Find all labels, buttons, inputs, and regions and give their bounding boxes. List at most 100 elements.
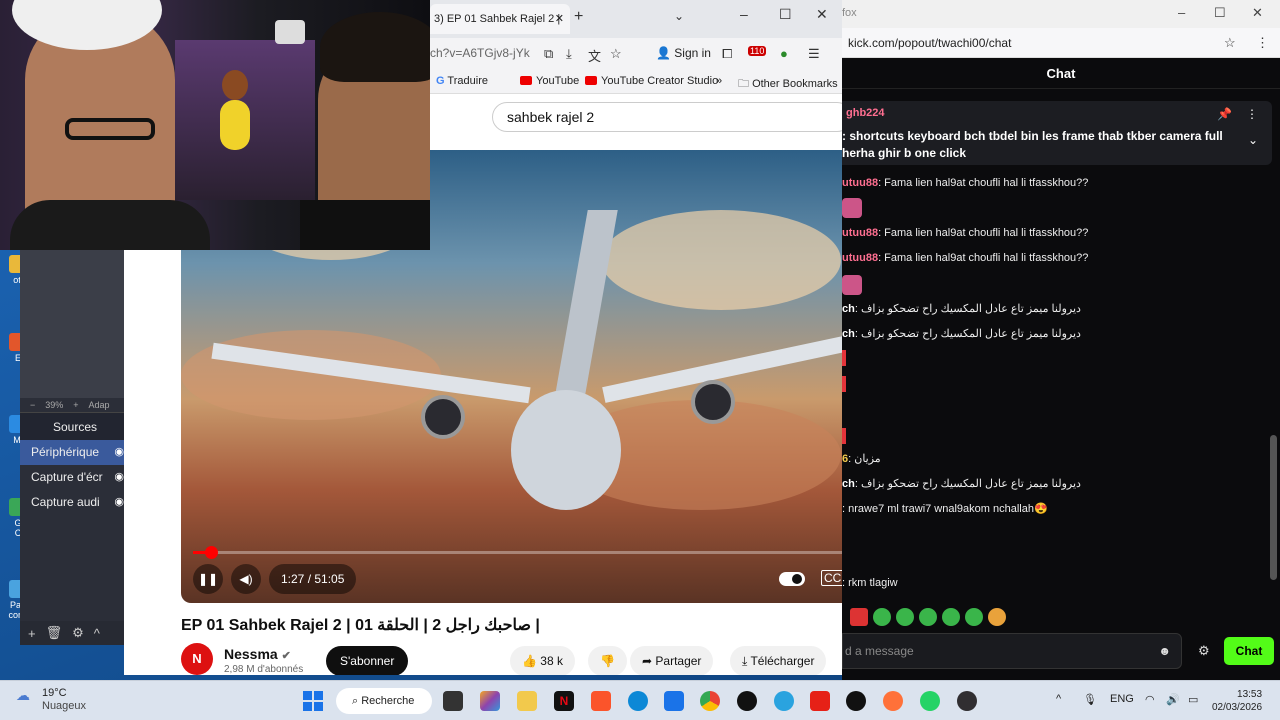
volume-icon[interactable]: 🔊 xyxy=(1166,693,1180,706)
pinned-username[interactable]: ghb224 xyxy=(846,107,885,119)
emote-icon[interactable] xyxy=(942,608,960,626)
sign-in-button[interactable]: 👤 Sign in xyxy=(656,46,711,60)
source-item[interactable]: Capture audi ◉ xyxy=(20,490,130,515)
zoom-out-button[interactable]: − xyxy=(30,400,35,410)
taskbar-search[interactable]: ⌕ Recherche xyxy=(336,688,432,714)
volume-icon[interactable]: ◀) xyxy=(231,564,261,594)
extensions-icon[interactable]: ⧠ xyxy=(722,46,732,62)
emote-icon[interactable] xyxy=(896,608,914,626)
edge-icon[interactable] xyxy=(628,691,648,711)
new-tab-button[interactable]: + xyxy=(574,8,583,26)
bookmark-youtube[interactable]: YouTube xyxy=(520,75,579,87)
chat-message-input[interactable]: d a message ☻ xyxy=(842,633,1182,669)
chat-username[interactable]: utuu88 xyxy=(842,177,878,189)
star-icon[interactable]: ☆ xyxy=(610,46,622,62)
more-icon[interactable]: ⋮ xyxy=(1246,107,1258,121)
list-tabs-icon[interactable]: ⌄ xyxy=(674,9,684,23)
close-window-icon[interactable]: ✕ xyxy=(816,6,828,23)
microphone-icon[interactable]: 🎙 xyxy=(1083,693,1097,706)
send-chat-button[interactable]: Chat xyxy=(1224,637,1274,665)
video-scrubber[interactable] xyxy=(205,546,219,559)
emote-icon[interactable] xyxy=(873,608,891,626)
tiktok-icon[interactable] xyxy=(737,691,757,711)
gear-icon[interactable]: ⚙ xyxy=(1198,643,1210,659)
emote-icon[interactable] xyxy=(919,608,937,626)
copilot-icon[interactable] xyxy=(480,691,500,711)
chevron-up-icon[interactable]: ^ xyxy=(1056,693,1061,705)
chat-username[interactable]: utuu88 xyxy=(842,252,878,264)
bookmark-translate[interactable]: G Traduire xyxy=(436,75,488,87)
language-indicator[interactable]: ENG xyxy=(1110,693,1134,705)
telegram-icon[interactable] xyxy=(774,691,794,711)
subscribe-button[interactable]: S'abonner xyxy=(326,646,409,675)
emote-icon[interactable] xyxy=(988,608,1006,626)
eye-icon[interactable]: ◉ xyxy=(114,440,124,465)
channel-name[interactable]: Nessma ✔ xyxy=(224,646,291,662)
brave-icon[interactable] xyxy=(591,691,611,711)
file-explorer-icon[interactable] xyxy=(517,691,537,711)
chevron-down-icon[interactable]: ⌄ xyxy=(1248,133,1258,147)
close-tab-icon[interactable]: ✕ xyxy=(555,4,564,34)
source-item[interactable]: Périphérique ◉ xyxy=(20,440,130,465)
chevron-right-icon[interactable]: » xyxy=(716,75,722,87)
share-button[interactable]: ➦ Partager xyxy=(630,646,714,675)
firefox-icon[interactable] xyxy=(883,691,903,711)
zoom-adapt-button[interactable]: Adap xyxy=(89,400,110,410)
chat-username[interactable]: ch xyxy=(842,478,855,490)
maximize-icon[interactable]: ☐ xyxy=(1214,5,1226,21)
minimize-icon[interactable]: – xyxy=(1178,5,1185,20)
download-icon[interactable]: ⤓ xyxy=(566,46,572,62)
chat-username[interactable]: ch xyxy=(842,303,855,315)
url-field[interactable]: ch?v=A6TGjv8-jYk xyxy=(430,46,530,60)
video-progress-bar[interactable] xyxy=(193,546,842,559)
youtube-search-input[interactable]: sahbek rajel 2 xyxy=(492,102,842,132)
picture-in-picture-icon[interactable]: ⧉ xyxy=(544,46,553,62)
add-source-button[interactable]: + xyxy=(28,626,36,641)
emote-icon[interactable] xyxy=(850,608,868,626)
chat-username[interactable]: utuu88 xyxy=(842,227,878,239)
trash-icon[interactable]: 🗑 xyxy=(46,625,63,641)
ublock-badge[interactable]: 110 xyxy=(748,46,767,56)
menu-icon[interactable]: ☰ xyxy=(808,46,820,62)
wifi-icon[interactable]: ◠ xyxy=(1145,693,1155,706)
move-up-button[interactable]: ^ xyxy=(94,626,100,641)
netflix-icon[interactable]: N xyxy=(554,691,574,711)
pause-icon[interactable]: ❚❚ xyxy=(193,564,223,594)
task-view-icon[interactable] xyxy=(443,691,463,711)
store-icon[interactable] xyxy=(664,691,684,711)
windows-start-icon[interactable] xyxy=(303,691,323,711)
dislike-button[interactable]: 👎 xyxy=(588,646,627,675)
bookmark-other[interactable]: 🗀 Other Bookmarks xyxy=(738,75,838,94)
clock[interactable]: 13:53 02/03/2026 xyxy=(1212,688,1262,714)
autoplay-toggle[interactable] xyxy=(779,572,805,586)
gear-icon[interactable]: ⚙ xyxy=(72,625,84,641)
star-icon[interactable]: ☆ xyxy=(1224,35,1236,51)
close-window-icon[interactable]: ✕ xyxy=(1252,5,1263,21)
minimize-icon[interactable]: – xyxy=(740,6,748,22)
extension-globe-icon[interactable]: ● xyxy=(780,46,788,61)
bookmark-creator-studio[interactable]: YouTube Creator Studio xyxy=(585,75,718,87)
whatsapp-icon[interactable] xyxy=(920,691,940,711)
emoji-icon[interactable]: ☻ xyxy=(1158,634,1171,668)
chatgpt-icon[interactable] xyxy=(846,691,866,711)
like-button[interactable]: 👍 38 k xyxy=(510,646,575,675)
weather-widget[interactable]: ☁ 19°C Nuageux xyxy=(16,687,86,713)
zoom-in-button[interactable]: + xyxy=(73,400,78,410)
battery-icon[interactable]: ▭ xyxy=(1188,693,1198,706)
chat-username[interactable]: ch xyxy=(842,328,855,340)
emote-icon[interactable] xyxy=(965,608,983,626)
channel-avatar[interactable]: N xyxy=(181,643,213,675)
obs-icon[interactable] xyxy=(957,691,977,711)
eye-icon[interactable]: ◉ xyxy=(114,490,124,515)
download-button[interactable]: ⤓ Télécharger xyxy=(730,646,827,675)
source-item[interactable]: Capture d'écr ◉ xyxy=(20,465,130,490)
translate-icon[interactable]: 文 xyxy=(588,46,601,65)
pin-icon[interactable]: 📌 xyxy=(1217,107,1232,121)
browser-tab[interactable]: 3) EP 01 Sahbek Rajel 2 | ✕ xyxy=(430,4,570,34)
maximize-icon[interactable]: ☐ xyxy=(779,6,792,23)
youtube-icon[interactable] xyxy=(810,691,830,711)
chrome-icon[interactable] xyxy=(700,691,720,711)
menu-icon[interactable]: ⋮ xyxy=(1256,35,1269,51)
url-field[interactable]: kick.com/popout/twachi00/chat xyxy=(848,36,1011,50)
subtitles-icon[interactable]: CC xyxy=(821,570,842,586)
